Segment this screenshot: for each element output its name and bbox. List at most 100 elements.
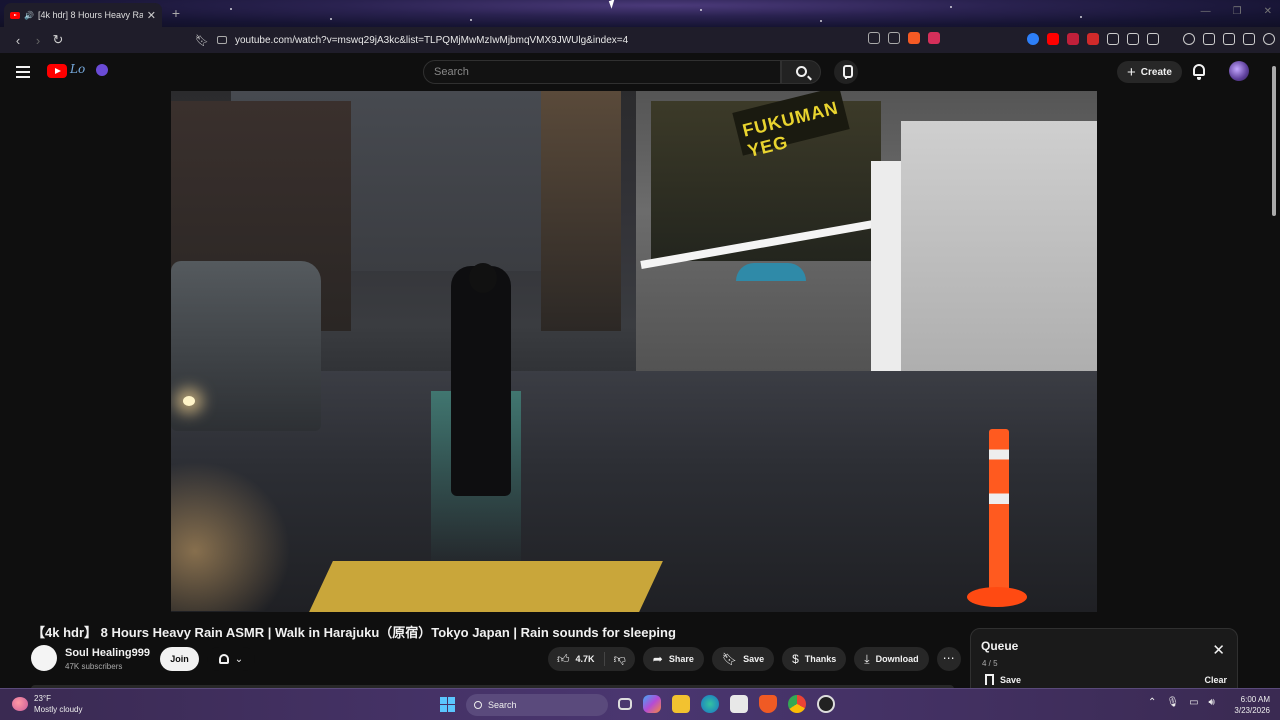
bell-icon — [218, 654, 229, 664]
extension-icon[interactable] — [1127, 33, 1139, 45]
screenshot-icon[interactable] — [1147, 33, 1159, 45]
new-tab-button[interactable]: + — [168, 6, 184, 22]
like-button[interactable]: 👍︎ 4.7K — [548, 647, 604, 671]
thumbs-up-icon: 👍︎ — [557, 651, 570, 666]
subscriber-count: 47K subscribers — [65, 662, 123, 671]
weather-widget[interactable]: 23°F Mostly cloudy — [12, 693, 82, 715]
more-actions-icon[interactable]: ⋯ — [936, 647, 961, 671]
back-icon[interactable]: ‹ — [8, 33, 28, 48]
queue-title: Queue — [981, 639, 1019, 653]
extension-icon[interactable] — [1027, 33, 1039, 45]
site-info-icon[interactable] — [216, 36, 227, 44]
window-close-icon[interactable]: ✕ — [1264, 6, 1272, 17]
youtube-doodle-logo[interactable]: Lo — [70, 62, 110, 80]
window-controls: — ❐ ✕ — [1201, 6, 1272, 17]
download-icon: ⤓ — [864, 651, 870, 666]
wallet-icon[interactable] — [1223, 33, 1235, 45]
brave-browser-icon[interactable] — [759, 695, 777, 713]
search-icon — [474, 701, 482, 709]
brave-rewards-icon[interactable] — [928, 32, 940, 44]
leo-ai-icon[interactable] — [1243, 33, 1255, 45]
queue-clear-button[interactable]: Clear — [1204, 675, 1227, 685]
chrome-icon[interactable] — [788, 695, 806, 713]
extensions-bar — [1027, 33, 1280, 45]
scrollbar-thumb[interactable] — [1272, 66, 1276, 216]
download-button[interactable]: ⤓ Download — [854, 647, 929, 671]
copilot-icon[interactable] — [643, 695, 661, 713]
extension-icon[interactable] — [1087, 33, 1099, 45]
video-scene-tactile-paving — [309, 561, 663, 612]
video-scene-pillar — [871, 161, 901, 381]
video-title: 【4k hdr】 8 Hours Heavy Rain ASMR | Walk … — [32, 625, 676, 640]
notifications-icon[interactable] — [1193, 64, 1205, 80]
subscription-bell-button[interactable]: ⌄ — [207, 647, 255, 671]
queue-save-button[interactable]: Save — [985, 674, 1021, 685]
brave-shield-icon[interactable] — [908, 32, 920, 44]
maximize-icon[interactable]: ❐ — [1233, 6, 1242, 17]
channel-name[interactable]: Soul Healing999 — [65, 647, 150, 659]
volume-icon[interactable]: 🔊︎ — [1209, 697, 1215, 708]
video-scene-building — [541, 91, 621, 331]
bookmark-icon — [985, 674, 994, 685]
save-button[interactable]: 🔖︎ Save — [711, 647, 775, 671]
page-scrollbar[interactable] — [1270, 62, 1278, 688]
forward-icon[interactable]: › — [28, 33, 48, 48]
store-icon[interactable] — [730, 695, 748, 713]
chevron-down-icon: ⌄ — [234, 653, 244, 665]
queue-close-icon[interactable]: ✕ — [1212, 643, 1225, 658]
thanks-button[interactable]: $ Thanks — [782, 647, 847, 671]
speaker-icon: 🔊 — [24, 10, 34, 20]
share-button[interactable]: ➦ Share — [642, 647, 704, 671]
obs-icon[interactable] — [817, 695, 835, 713]
system-tray: ⌃ 🎙︎ ▭ 🔊︎ — [1148, 697, 1215, 708]
channel-avatar[interactable] — [31, 645, 57, 671]
thumbs-down-icon: 👎︎ — [613, 651, 626, 666]
youtube-header: Lo Search + Create — [0, 53, 1280, 91]
share-label: Share — [668, 654, 694, 664]
download-label: Download — [875, 654, 919, 664]
bookmark-icon: 🔖︎ — [721, 652, 738, 666]
sidebar-icon[interactable] — [1203, 33, 1215, 45]
cast-icon[interactable] — [868, 32, 880, 44]
create-button[interactable]: + Create — [1117, 61, 1182, 83]
youtube-favicon-icon — [10, 11, 20, 19]
extension-icon[interactable] — [1067, 33, 1079, 45]
edge-browser-icon[interactable] — [701, 695, 719, 713]
video-scene-headlight — [183, 396, 195, 406]
youtube-logo[interactable] — [47, 64, 67, 78]
music-icon[interactable] — [1183, 33, 1195, 45]
browser-tab-active[interactable]: 🔊 [4k hdr] 8 Hours Heavy Rain ✕ — [4, 3, 162, 27]
system-clock[interactable]: 6:00 AM 3/23/2026 — [1222, 694, 1270, 716]
chat-extension-icon[interactable] — [1107, 33, 1119, 45]
dislike-button[interactable]: 👎︎ — [605, 647, 635, 671]
taskbar-search[interactable]: Search — [466, 694, 608, 716]
hamburger-menu-icon[interactable] — [16, 66, 30, 81]
save-label: Save — [743, 654, 765, 664]
address-bar[interactable]: 🔖︎ youtube.com/watch?v=mswq29jA3kc&list=… — [195, 30, 940, 50]
reload-icon[interactable]: ↻ — [48, 32, 68, 48]
minimize-icon[interactable]: — — [1201, 6, 1211, 17]
youtube-extension-icon[interactable] — [1047, 33, 1059, 45]
windows-start-icon[interactable] — [440, 697, 455, 712]
tab-close-icon[interactable]: ✕ — [147, 9, 156, 22]
video-scene-van — [171, 261, 321, 431]
bookmark-icon[interactable]: 🔖︎ — [195, 34, 209, 47]
tab-title: [4k hdr] 8 Hours Heavy Rain — [37, 10, 143, 20]
video-player[interactable]: FUKUMAN YEG — [171, 91, 1097, 612]
microphone-icon[interactable]: 🎙︎ — [1166, 697, 1179, 708]
voice-search-icon[interactable] — [834, 60, 858, 84]
search-input[interactable]: Search — [423, 60, 781, 84]
file-explorer-icon[interactable] — [672, 695, 690, 713]
network-icon[interactable]: ▭ — [1189, 697, 1198, 708]
url-text[interactable]: youtube.com/watch?v=mswq29jA3kc&list=TLP… — [235, 35, 628, 46]
share-page-icon[interactable] — [888, 32, 900, 44]
tray-chevron-up-icon[interactable]: ⌃ — [1148, 697, 1156, 708]
mouse-cursor-icon — [608, 0, 618, 9]
clock-time: 6:00 AM — [1240, 695, 1270, 704]
vpn-icon[interactable] — [1263, 33, 1275, 45]
task-view-icon[interactable] — [618, 698, 632, 710]
user-avatar[interactable] — [1229, 61, 1249, 81]
plus-icon: + — [1127, 63, 1136, 81]
search-button[interactable] — [781, 60, 821, 84]
join-button[interactable]: Join — [160, 647, 199, 671]
